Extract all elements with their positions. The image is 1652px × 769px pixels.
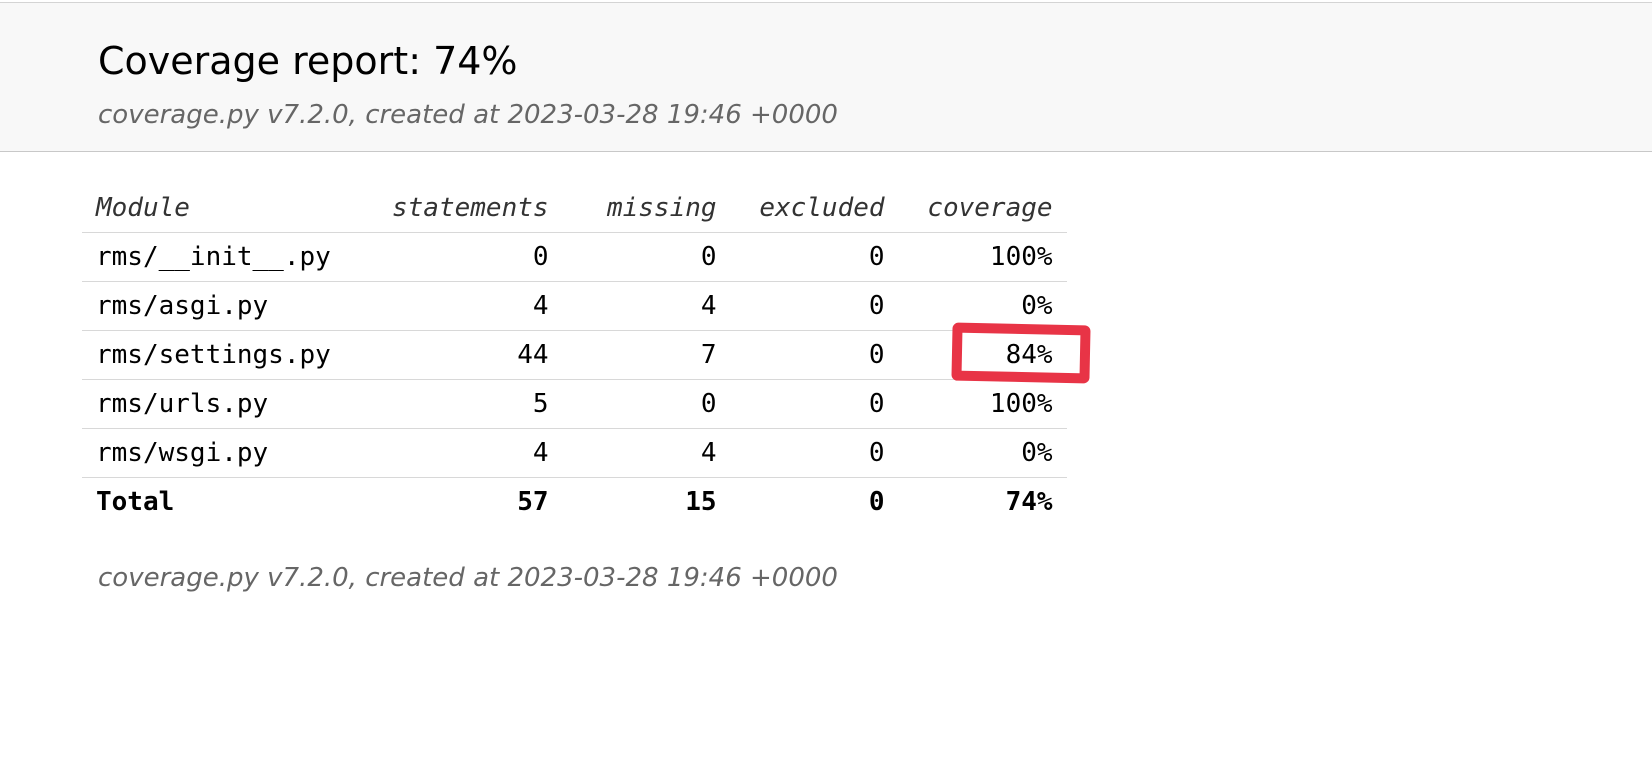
module-link[interactable]: rms/urls.py [82,379,378,429]
module-link[interactable]: rms/settings.py [82,330,378,380]
statements-cell: 0 [378,232,563,282]
excluded-cell: 0 [730,330,899,380]
module-link[interactable]: rms/__init__.py [82,232,378,282]
coverage-cell: 84% [898,330,1067,380]
missing-cell: 0 [562,232,731,282]
excluded-cell: 0 [730,281,899,331]
coverage-table: Module statements missing excluded cover… [82,184,1067,526]
missing-cell: 7 [562,330,731,380]
total-coverage: 74% [1005,487,1053,517]
total-excluded: 0 [868,487,885,517]
total-row: Total 57 15 0 74% [82,478,1067,527]
column-header-excluded[interactable]: excluded [730,184,899,233]
excluded-cell: 0 [730,232,899,282]
coverage-cell: 100% [898,379,1067,429]
coverage-table-container: Module statements missing excluded cover… [82,184,1067,526]
report-header: Coverage report: 74% coverage.py v7.2.0,… [0,2,1652,152]
statements-cell: 4 [378,281,563,331]
column-header-statements[interactable]: statements [378,184,563,233]
table-row: rms/__init__.py 0 0 0 100% [82,232,1067,282]
column-header-module[interactable]: Module [82,184,378,233]
coverage-cell: 0% [898,428,1067,478]
missing-cell: 4 [562,428,731,478]
footer-created-info: coverage.py v7.2.0, created at 2023-03-2… [98,563,838,593]
coverage-cell: 0% [898,281,1067,331]
module-link[interactable]: rms/asgi.py [82,281,378,331]
page-title: Coverage report: 74% [98,39,518,83]
excluded-cell: 0 [730,428,899,478]
total-missing: 15 [685,487,717,517]
statements-cell: 4 [378,428,563,478]
table-row: rms/wsgi.py 4 4 0 0% [82,428,1067,478]
column-header-coverage[interactable]: coverage [898,184,1067,233]
created-info: coverage.py v7.2.0, created at 2023-03-2… [98,100,838,130]
column-header-missing[interactable]: missing [562,184,731,233]
statements-cell: 5 [378,379,563,429]
module-link[interactable]: rms/wsgi.py [82,428,378,478]
total-statements: 57 [517,487,549,517]
statements-cell: 44 [378,330,563,380]
missing-cell: 4 [562,281,731,331]
total-label: Total [96,487,175,517]
table-row: rms/settings.py 44 7 0 84% [82,330,1067,380]
coverage-cell: 100% [898,232,1067,282]
excluded-cell: 0 [730,379,899,429]
table-header-row: Module statements missing excluded cover… [82,184,1067,233]
table-row: rms/urls.py 5 0 0 100% [82,379,1067,429]
table-row: rms/asgi.py 4 4 0 0% [82,281,1067,331]
missing-cell: 0 [562,379,731,429]
